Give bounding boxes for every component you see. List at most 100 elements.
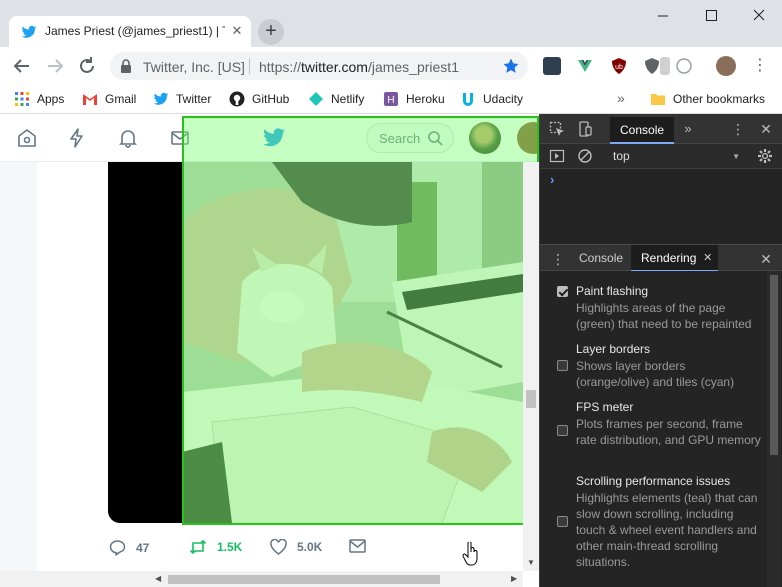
lock-icon[interactable] bbox=[120, 59, 132, 73]
option-description: Highlights elements (teal) that can slow… bbox=[576, 491, 758, 569]
scroll-down-arrow-icon[interactable]: ▼ bbox=[527, 558, 535, 567]
option-title: Scrolling performance issues bbox=[576, 474, 731, 488]
address-bar[interactable]: Twitter, Inc. [US] https://twitter.com/j… bbox=[110, 52, 528, 80]
bookmark-gmail[interactable]: Gmail bbox=[82, 89, 136, 109]
page-vertical-scrollbar[interactable]: ▼ bbox=[523, 162, 539, 571]
close-tab-icon[interactable]: ✕ bbox=[703, 245, 712, 272]
user-avatar[interactable] bbox=[469, 122, 501, 154]
bookmark-other[interactable]: Other bookmarks bbox=[650, 89, 765, 109]
chrome-menu-icon[interactable]: ⋮ bbox=[752, 55, 768, 77]
bookmarks-bar: Apps Gmail Twitter GitHub Netlify H Hero… bbox=[0, 85, 782, 114]
fps-meter-checkbox[interactable] bbox=[557, 425, 568, 436]
reload-button[interactable] bbox=[74, 53, 100, 79]
direct-message-action[interactable] bbox=[349, 539, 376, 553]
bookmark-heroku[interactable]: H Heroku bbox=[383, 89, 445, 109]
browser-toolbar: Twitter, Inc. [US] https://twitter.com/j… bbox=[0, 47, 782, 85]
search-icon[interactable] bbox=[427, 130, 443, 146]
console-prompt[interactable]: › bbox=[550, 172, 554, 187]
browser-tab[interactable]: James Priest (@james_priest1) | Twitter … bbox=[9, 16, 251, 47]
more-tabs-button[interactable]: » bbox=[680, 121, 696, 137]
arrow-right-icon bbox=[48, 59, 64, 73]
layer-borders-checkbox[interactable] bbox=[557, 360, 568, 371]
horizontal-scroll-thumb[interactable] bbox=[168, 575, 440, 584]
devtools-scroll-thumb[interactable] bbox=[770, 275, 778, 455]
url-scheme: https:// bbox=[259, 59, 302, 75]
bookmark-star-icon[interactable] bbox=[502, 57, 520, 75]
mail-icon[interactable] bbox=[170, 128, 190, 148]
context-value: top bbox=[613, 149, 630, 163]
inspect-element-icon[interactable] bbox=[549, 121, 565, 137]
extension-udacity-icon[interactable] bbox=[543, 57, 561, 75]
drawer-tab-rendering[interactable]: Rendering ✕ bbox=[631, 245, 719, 272]
show-sidebar-icon[interactable] bbox=[549, 148, 565, 164]
home-icon[interactable] bbox=[17, 128, 37, 148]
url-text[interactable]: https://twitter.com/james_priest1 bbox=[259, 59, 459, 75]
new-tab-button[interactable]: + bbox=[258, 19, 284, 45]
paint-flashing-checkbox[interactable] bbox=[557, 286, 568, 297]
dropdown-caret-icon: ▼ bbox=[732, 152, 740, 161]
tweet-button-avatar[interactable] bbox=[517, 122, 539, 154]
drawer-menu-icon[interactable]: ⋮ bbox=[550, 251, 566, 267]
devtools-scrollbar[interactable] bbox=[767, 271, 781, 587]
github-icon bbox=[229, 91, 245, 107]
bookmark-twitter[interactable]: Twitter bbox=[153, 89, 211, 109]
extension-shield-icon[interactable] bbox=[643, 57, 661, 75]
device-toolbar-icon[interactable] bbox=[577, 121, 593, 137]
reply-action[interactable]: 47 bbox=[109, 539, 149, 556]
close-window-button[interactable] bbox=[736, 0, 782, 32]
reply-icon bbox=[109, 540, 126, 556]
page-horizontal-scrollbar[interactable]: ◀ ▶ bbox=[0, 571, 523, 587]
extension-page-icon[interactable] bbox=[660, 57, 670, 75]
extension-ublock-icon[interactable]: ub bbox=[610, 57, 628, 75]
site-identity[interactable]: Twitter, Inc. [US] bbox=[143, 59, 245, 75]
scroll-left-arrow-icon[interactable]: ◀ bbox=[155, 574, 161, 583]
clear-console-icon[interactable] bbox=[577, 148, 593, 164]
twitter-search-input[interactable]: Search Twitter bbox=[366, 123, 454, 153]
bell-icon[interactable] bbox=[118, 128, 138, 148]
omnibox-divider bbox=[249, 58, 250, 74]
bookmark-label: Heroku bbox=[406, 92, 445, 106]
media-letterbox bbox=[108, 162, 188, 523]
svg-text:ub: ub bbox=[615, 64, 623, 71]
devtools-tab-console[interactable]: Console bbox=[610, 117, 675, 144]
bookmarks-overflow-button[interactable]: » bbox=[617, 90, 625, 106]
arrow-left-icon bbox=[13, 59, 29, 73]
retweet-action[interactable]: 1.5K bbox=[189, 539, 242, 555]
heart-icon bbox=[270, 539, 287, 555]
maximize-button[interactable] bbox=[688, 0, 734, 32]
twitter-bird-icon bbox=[153, 92, 169, 105]
extension-vue-icon[interactable] bbox=[576, 57, 594, 75]
bookmark-udacity[interactable]: Udacity bbox=[460, 89, 523, 109]
forward-button[interactable] bbox=[42, 53, 68, 79]
bookmark-github[interactable]: GitHub bbox=[229, 89, 289, 109]
console-output[interactable]: › bbox=[540, 169, 782, 244]
vertical-scroll-thumb[interactable] bbox=[526, 390, 536, 408]
tweet-video[interactable] bbox=[182, 162, 523, 523]
drawer-close-icon[interactable]: ✕ bbox=[758, 251, 774, 267]
bookmark-netlify[interactable]: Netlify bbox=[308, 89, 364, 109]
extension-headphones-icon[interactable] bbox=[675, 57, 693, 75]
lightning-icon[interactable] bbox=[67, 128, 87, 148]
netlify-icon bbox=[309, 92, 323, 106]
twitter-logo-icon[interactable] bbox=[262, 128, 286, 148]
devtools-menu-icon[interactable]: ⋮ bbox=[730, 121, 746, 137]
devtools-close-icon[interactable]: ✕ bbox=[758, 121, 774, 137]
minimize-button[interactable] bbox=[640, 0, 686, 32]
scrolling-issues-checkbox[interactable] bbox=[557, 516, 568, 527]
udacity-icon bbox=[463, 93, 473, 106]
svg-text:H: H bbox=[387, 95, 394, 106]
like-action[interactable]: 5.0K bbox=[270, 539, 322, 555]
bookmark-label: Netlify bbox=[331, 92, 365, 106]
tab-close-icon[interactable]: ✕ bbox=[229, 23, 245, 39]
back-button[interactable] bbox=[9, 53, 35, 79]
scroll-right-arrow-icon[interactable]: ▶ bbox=[511, 574, 517, 583]
heroku-icon: H bbox=[384, 92, 398, 106]
drawer-tab-console[interactable]: Console bbox=[569, 245, 633, 272]
context-selector[interactable]: top ▼ bbox=[613, 148, 740, 165]
rendering-panel: Paint flashing Highlights areas of the p… bbox=[540, 271, 782, 587]
bookmark-label: Apps bbox=[37, 92, 65, 106]
console-settings-gear-icon[interactable] bbox=[757, 148, 773, 164]
profile-avatar[interactable] bbox=[716, 56, 736, 76]
retweet-icon bbox=[189, 539, 207, 555]
bookmark-apps[interactable]: Apps bbox=[14, 89, 64, 109]
